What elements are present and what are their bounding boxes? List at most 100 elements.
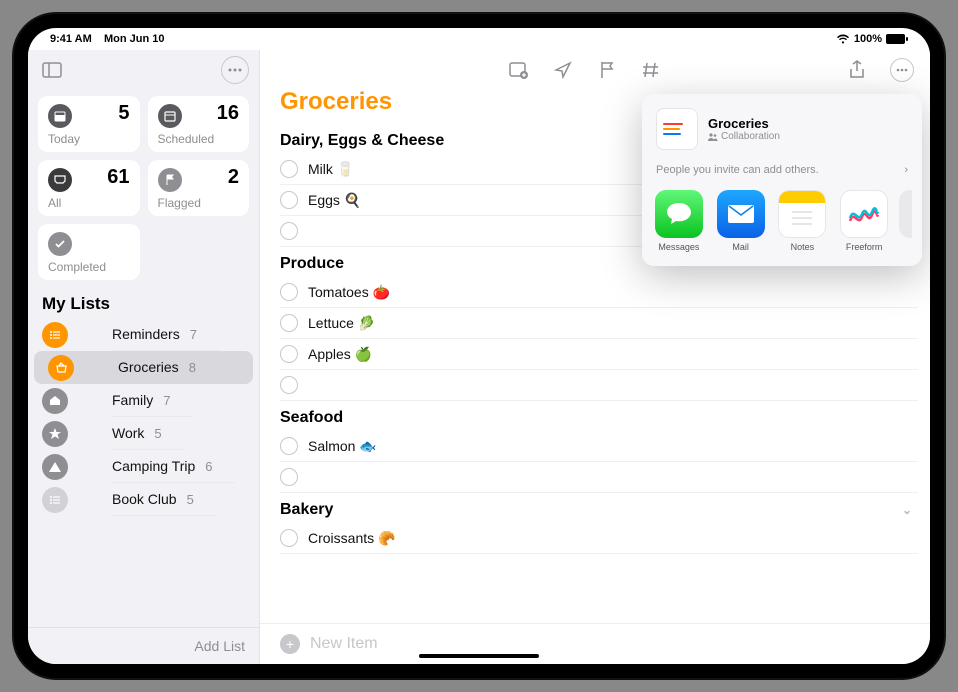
flag-icon	[158, 168, 182, 192]
smart-today-label: Today	[48, 132, 130, 146]
main-content: Groceries Dairy, Eggs & Cheese Milk 🥛 Eg…	[260, 50, 930, 664]
status-left: 9:41 AM Mon Jun 10	[50, 33, 165, 45]
notes-icon	[778, 190, 826, 238]
app-container: 5 Today 16 Scheduled 61 All 2 Flagged	[28, 50, 930, 664]
share-header: Groceries Collaboration	[642, 104, 922, 158]
share-sheet: Groceries Collaboration People you invit…	[642, 94, 922, 266]
share-mode[interactable]: Collaboration	[708, 131, 780, 142]
list-count: 5	[187, 492, 202, 507]
share-app-mail[interactable]: Mail	[714, 190, 768, 252]
messages-icon	[655, 190, 703, 238]
reminder-row-empty[interactable]	[280, 462, 918, 493]
smart-lists: 5 Today 16 Scheduled 61 All 2 Flagged	[28, 88, 259, 284]
smart-all[interactable]: 61 All	[38, 160, 140, 216]
radio-icon[interactable]	[280, 222, 298, 240]
calendar-icon	[48, 104, 72, 128]
home-indicator[interactable]	[419, 654, 539, 658]
radio-icon[interactable]	[280, 191, 298, 209]
reminder-row-empty[interactable]	[280, 370, 918, 401]
reminder-row[interactable]: Salmon 🐟	[280, 431, 918, 462]
calendar-badge-icon[interactable]	[508, 59, 530, 81]
mail-icon	[717, 190, 765, 238]
list-count: 7	[190, 327, 205, 342]
sidebar-item-camping[interactable]: Camping Trip 6	[28, 450, 259, 483]
sidebar-item-work[interactable]: Work5	[28, 417, 259, 450]
reminder-text: Tomatoes 🍅	[308, 284, 390, 301]
hashtag-icon[interactable]	[640, 59, 662, 81]
radio-icon[interactable]	[280, 345, 298, 363]
checkmark-icon	[48, 232, 72, 256]
list-name: Book Club	[112, 491, 177, 507]
share-app-label: Freeform	[846, 242, 883, 252]
smart-completed[interactable]: Completed	[38, 224, 140, 280]
smart-all-count: 61	[107, 166, 129, 189]
smart-flagged-count: 2	[228, 166, 239, 189]
share-app-freeform[interactable]: Freeform	[837, 190, 891, 252]
sidebar: 5 Today 16 Scheduled 61 All 2 Flagged	[28, 50, 260, 664]
share-apps: Messages Mail Notes Freeform	[642, 186, 922, 252]
smart-flagged[interactable]: 2 Flagged	[148, 160, 250, 216]
list-name: Reminders	[112, 326, 180, 342]
list-name: Family	[112, 392, 153, 408]
add-list-button[interactable]: Add List	[28, 627, 259, 664]
list-count: 5	[154, 426, 169, 441]
share-app-more[interactable]	[899, 190, 912, 238]
plus-icon: +	[280, 634, 300, 654]
smart-today[interactable]: 5 Today	[38, 96, 140, 152]
sidebar-item-groceries[interactable]: Groceries 8	[34, 351, 253, 384]
share-app-label: Notes	[791, 242, 815, 252]
list-name: Groceries	[118, 359, 179, 375]
sidebar-item-bookclub[interactable]: Book Club 5	[28, 483, 259, 516]
invite-settings[interactable]: People you invite can add others. ›	[642, 158, 922, 186]
group-header-seafood[interactable]: Seafood	[280, 401, 930, 431]
list-count: 8	[189, 360, 204, 375]
radio-icon[interactable]	[280, 314, 298, 332]
chevron-down-icon[interactable]: ⌄	[902, 503, 912, 517]
radio-icon[interactable]	[280, 437, 298, 455]
radio-icon[interactable]	[280, 468, 298, 486]
wifi-icon	[836, 34, 850, 44]
people-icon	[708, 133, 718, 141]
smart-scheduled[interactable]: 16 Scheduled	[148, 96, 250, 152]
calendar-icon	[158, 104, 182, 128]
battery-icon	[886, 34, 908, 44]
reminder-text: Eggs 🍳	[308, 192, 361, 209]
smart-all-label: All	[48, 196, 130, 210]
more-icon[interactable]	[890, 58, 914, 82]
flag-icon[interactable]	[596, 59, 618, 81]
sidebar-item-family[interactable]: Family7	[28, 384, 259, 417]
share-app-messages[interactable]: Messages	[652, 190, 706, 252]
reminder-row[interactable]: Croissants 🥐	[280, 523, 918, 554]
smart-today-count: 5	[118, 102, 129, 125]
status-right: 100%	[836, 33, 908, 45]
list-count: 6	[205, 459, 220, 474]
list-bullet-icon	[42, 487, 68, 513]
sidebar-item-reminders[interactable]: Reminders 7	[28, 318, 259, 351]
status-time: 9:41 AM	[50, 33, 92, 45]
radio-icon[interactable]	[280, 376, 298, 394]
radio-icon[interactable]	[280, 529, 298, 547]
screen: 9:41 AM Mon Jun 10 100% •••	[28, 28, 930, 664]
reminder-text: Salmon 🐟	[308, 438, 377, 455]
reminder-row[interactable]: Tomatoes 🍅	[280, 277, 918, 308]
share-icon[interactable]	[846, 59, 868, 81]
toggle-sidebar-icon[interactable]	[38, 56, 66, 84]
list-name: Camping Trip	[112, 458, 195, 474]
device-frame: 9:41 AM Mon Jun 10 100% •••	[14, 14, 944, 678]
share-app-notes[interactable]: Notes	[776, 190, 830, 252]
group-header-bakery[interactable]: Bakery⌄	[280, 493, 930, 523]
radio-icon[interactable]	[280, 283, 298, 301]
more-icon[interactable]	[221, 56, 249, 84]
my-lists-header: My Lists	[28, 284, 259, 318]
reminder-row[interactable]: Lettuce 🥬	[280, 308, 918, 339]
reminder-row[interactable]: Apples 🍏	[280, 339, 918, 370]
reminder-text: Apples 🍏	[308, 346, 372, 363]
new-item-button[interactable]: + New Item	[260, 623, 930, 664]
chevron-right-icon: ›	[904, 164, 908, 176]
share-app-label: Mail	[732, 242, 749, 252]
tent-icon	[42, 454, 68, 480]
reminder-text: Lettuce 🥬	[308, 315, 375, 332]
radio-icon[interactable]	[280, 160, 298, 178]
house-icon	[42, 388, 68, 414]
location-icon[interactable]	[552, 59, 574, 81]
